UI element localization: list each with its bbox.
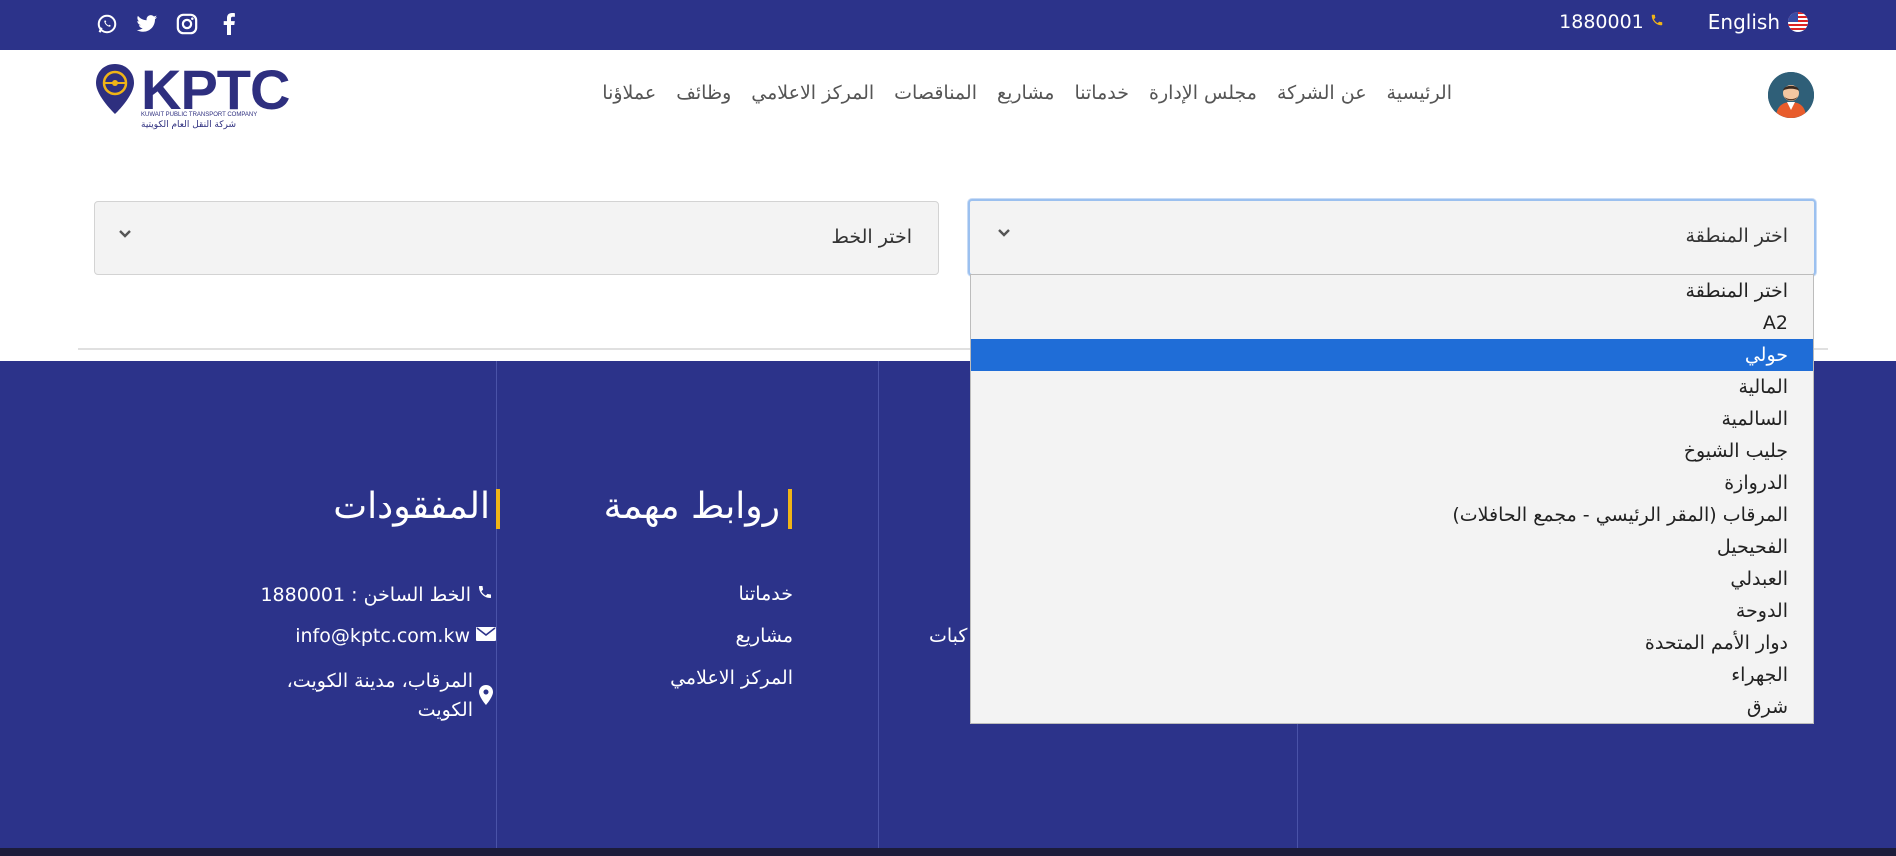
logo-subtitle-en: KUWAIT PUBLIC TRANSPORT COMPANY: [141, 112, 258, 118]
top-bar: 1880001 English: [0, 0, 1896, 50]
nav-home[interactable]: الرئيسية: [1387, 82, 1452, 104]
footer-link-services[interactable]: خدماتنا: [739, 583, 794, 605]
email-text: info@kptc.com.kw: [295, 625, 470, 647]
hotline-line[interactable]: الخط الساخن : 1880001: [260, 583, 493, 606]
heading-accent-bar: [788, 489, 792, 529]
address-text-1: المرقاب، مدينة الكويت،: [286, 670, 473, 692]
area-option-highlighted[interactable]: حولي: [971, 339, 1813, 371]
bottom-strip: [0, 848, 1896, 856]
lost-found-heading: المفقودات: [333, 486, 490, 527]
chevron-down-icon: [117, 226, 133, 242]
area-option[interactable]: الدوحة: [971, 595, 1813, 627]
area-option[interactable]: جليب الشيوخ: [971, 435, 1813, 467]
area-option[interactable]: الدروازة: [971, 467, 1813, 499]
nav-services[interactable]: خدماتنا: [1074, 82, 1129, 104]
area-option[interactable]: المالية: [971, 371, 1813, 403]
language-switch[interactable]: English: [1708, 10, 1780, 34]
address-line: المرقاب، مدينة الكويت، الكويت: [287, 667, 493, 725]
twitter-icon[interactable]: [134, 11, 160, 37]
facebook-icon[interactable]: [216, 11, 242, 37]
phone-icon: [1650, 12, 1664, 33]
logo-text: KPTC: [141, 58, 290, 121]
logo-subtitle-ar: شركة النقل العام الكويتية: [141, 120, 237, 130]
area-option[interactable]: السالمية: [971, 403, 1813, 435]
nav-about[interactable]: عن الشركة: [1277, 82, 1367, 104]
area-option[interactable]: شرق: [971, 691, 1813, 723]
topbar-contact: 1880001 English: [1559, 8, 1808, 36]
line-select[interactable]: اختر الخط: [94, 201, 939, 275]
main-nav: الرئيسية عن الشركة مجلس الإدارة خدماتنا …: [582, 82, 1452, 104]
chevron-down-icon: [996, 225, 1012, 241]
area-option[interactable]: الفحيحيل: [971, 531, 1813, 563]
area-option[interactable]: A2: [971, 307, 1813, 339]
footer-link-projects[interactable]: مشاريع: [736, 625, 794, 647]
topbar-phone[interactable]: 1880001: [1559, 11, 1644, 33]
nav-board[interactable]: مجلس الإدارة: [1149, 82, 1257, 104]
user-avatar[interactable]: [1768, 72, 1814, 118]
phone-icon: [477, 583, 493, 606]
area-select-value: اختر المنطقة: [1685, 225, 1788, 247]
area-option[interactable]: الجهراء: [971, 659, 1813, 691]
email-line[interactable]: info@kptc.com.kw: [295, 625, 496, 647]
important-links-heading: روابط مهمة: [603, 486, 780, 527]
address-text-2: الكويت: [417, 699, 473, 721]
nav-jobs[interactable]: وظائف: [676, 82, 731, 104]
area-option[interactable]: المرقاب (المقر الرئيسي - مجمع الحافلات): [971, 499, 1813, 531]
area-dropdown-list: اختر المنطقة A2 حولي المالية السالمية جل…: [970, 274, 1814, 724]
map-pin-icon: [479, 685, 493, 710]
hotline-text: الخط الساخن : 1880001: [260, 583, 471, 606]
logo-pin-icon: [96, 64, 134, 114]
nav-media-center[interactable]: المركز الاعلامي: [751, 82, 874, 104]
line-select-value: اختر الخط: [831, 226, 912, 248]
area-select[interactable]: اختر المنطقة: [968, 199, 1816, 276]
nav-projects[interactable]: مشاريع: [997, 82, 1055, 104]
nav-clients[interactable]: عملاؤنا: [602, 82, 656, 104]
instagram-icon[interactable]: [174, 11, 200, 37]
area-option[interactable]: العبدلي: [971, 563, 1813, 595]
whatsapp-icon[interactable]: [94, 11, 120, 37]
footer-link-partial[interactable]: كبات: [929, 625, 967, 647]
area-option[interactable]: دوار الأمم المتحدة: [971, 627, 1813, 659]
kptc-logo[interactable]: KPTC KUWAIT PUBLIC TRANSPORT COMPANY شرك…: [93, 60, 290, 132]
column-separator: [496, 361, 497, 856]
heading-accent-bar: [496, 489, 500, 529]
nav-tenders[interactable]: المناقصات: [894, 82, 977, 104]
us-flag-icon[interactable]: [1788, 12, 1808, 32]
column-separator: [878, 361, 879, 856]
footer-link-media-center[interactable]: المركز الاعلامي: [670, 667, 793, 689]
area-option[interactable]: اختر المنطقة: [971, 275, 1813, 307]
envelope-icon: [476, 625, 496, 647]
